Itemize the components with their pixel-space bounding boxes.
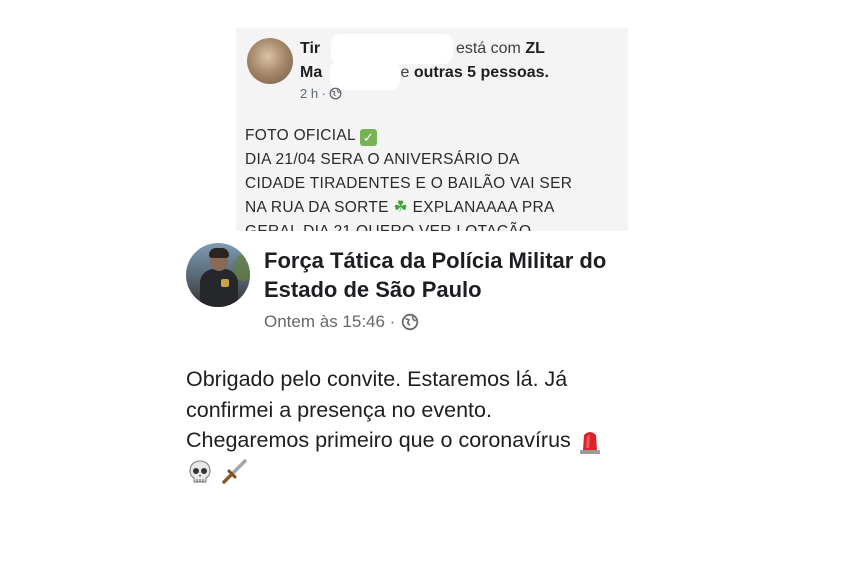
original-post-screenshot: Tiral está com ZL Mao e outras 5 pessoas… xyxy=(236,28,628,231)
shamrock-icon: ☘ xyxy=(393,199,409,216)
avatar-hair xyxy=(209,248,229,258)
orig-text-line-1: FOTO OFICIAL xyxy=(245,127,356,144)
original-author-name[interactable]: Tir xyxy=(300,40,320,57)
orig-text-line-4b: EXPLANAAAA PRA xyxy=(412,199,555,216)
original-post-time[interactable]: 2 h · xyxy=(300,86,326,101)
and-text: e xyxy=(400,64,410,81)
tagged-name-2[interactable]: Ma xyxy=(300,64,322,81)
skull-icon xyxy=(189,460,211,483)
post-text-line-3: Chegaremos primeiro que o coronavírus xyxy=(186,428,571,452)
orig-text-line-3: CIDADE TIRADENTES E O BAILÃO VAI SER xyxy=(245,175,573,192)
original-post-text: FOTO OFICIAL ✓ DIA 21/04 SERA O ANIVERSÁ… xyxy=(245,124,625,231)
original-author-avatar xyxy=(247,38,293,84)
orig-text-line-5: GERAL DIA 21 QUERO VER LOTAÇÃO xyxy=(245,220,625,231)
check-mark-icon: ✓ xyxy=(360,129,377,146)
page-name-link[interactable]: Força Tática da Polícia Militar do Estad… xyxy=(264,246,684,304)
globe-icon xyxy=(402,313,419,331)
post-text: Obrigado pelo convite. Estaremos lá. Já … xyxy=(186,364,706,486)
post-meta: Ontem às 15:46 · xyxy=(264,312,419,332)
with-text: está com xyxy=(455,40,521,57)
avatar-uniform xyxy=(200,269,238,307)
post-time[interactable]: Ontem às 15:46 · xyxy=(264,312,395,332)
post-text-line-1: Obrigado pelo convite. Estaremos lá. Já xyxy=(186,367,568,391)
avatar-badge xyxy=(221,279,229,287)
page-avatar[interactable] xyxy=(186,243,250,307)
orig-text-line-4: NA RUA DA SORTE xyxy=(245,199,389,216)
globe-icon xyxy=(329,87,342,100)
police-light-icon xyxy=(579,432,600,455)
post-text-line-2: confirmei a presença no evento. xyxy=(186,397,492,422)
original-post-meta: 2 h · xyxy=(300,86,342,101)
dagger-icon xyxy=(222,459,247,484)
tagged-name[interactable]: ZL xyxy=(525,40,545,57)
others-link[interactable]: outras 5 pessoas. xyxy=(414,64,549,81)
orig-text-line-2: DIA 21/04 SERA O ANIVERSÁRIO DA xyxy=(245,151,520,168)
